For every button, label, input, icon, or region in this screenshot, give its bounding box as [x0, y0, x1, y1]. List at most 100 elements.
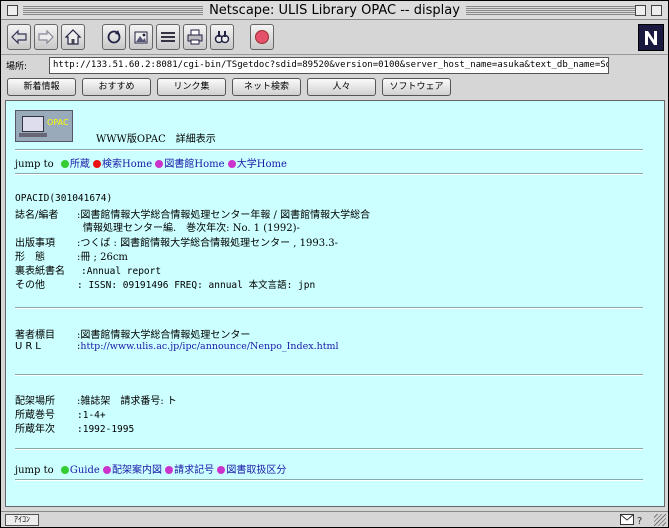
record-row: その他 : ISSN: 09191496 FREQ: annual 本文言語: … [15, 276, 315, 291]
url-row: URL:http://www.ulis.ac.jp/ipc/announce/N… [15, 341, 339, 352]
help-question-icon: ? [637, 516, 642, 525]
forward-icon [38, 29, 54, 45]
divider [15, 448, 643, 450]
mail-status[interactable]: ? [620, 513, 648, 526]
stop-icon [255, 30, 269, 44]
directory-button-whats-new[interactable]: 新着情報 [7, 78, 76, 96]
opac-id: OPACID(301041674) [15, 193, 113, 204]
record-value: :1992-1995 [77, 424, 135, 435]
page-content: OPAC WWW版OPAC 詳細表示 jump to 所蔵 検索Home 図書館… [5, 100, 665, 507]
link-university-home[interactable]: 大学Home [237, 159, 287, 170]
record-value: : ISSN: 09191496 FREQ: annual 本文言語: jpn [77, 280, 316, 291]
record-row: 出版事項:つくば : 図書館情報大学総合情報処理センター , 1993.3- [15, 234, 338, 249]
link-book-handling[interactable]: 図書取扱区分 [226, 465, 286, 476]
record-label: 配架場所 [15, 396, 55, 407]
opac-logo-image: OPAC [15, 110, 73, 142]
security-button[interactable]: ｱｲｺﾝ [5, 514, 39, 526]
holdings-row: 所蔵巻号:1-4+ [15, 406, 106, 421]
record-row: 形 態:冊 ; 26cm [15, 248, 128, 263]
record-label: 所蔵年次 [15, 424, 55, 435]
author-heading-row: 著者標目 :図書館情報大学総合情報処理センター [15, 326, 250, 341]
record-label: 所蔵巻号 [15, 410, 55, 421]
jump-bar-top: jump to 所蔵 検索Home 図書館Home 大学Home [15, 155, 287, 170]
jump-bar-bottom: jump to Guide 配架案内図 請求記号 図書取扱区分 [15, 461, 286, 476]
purple-bullet-icon [227, 160, 236, 168]
record-label: 著者標目 [15, 330, 55, 341]
resize-grip[interactable] [654, 514, 666, 526]
page-heading: WWW版OPAC 詳細表示 [96, 134, 216, 145]
link-call-number[interactable]: 請求記号 [174, 465, 214, 476]
location-label: 場所: [6, 62, 28, 72]
purple-bullet-icon [217, 466, 226, 474]
directory-button-people[interactable]: 人々 [307, 78, 376, 96]
status-bar: ｱｲｺﾝ ? [1, 511, 668, 527]
open-icon [161, 32, 175, 42]
print-button[interactable] [183, 24, 207, 50]
record-row: 情報処理センター編. 巻次年次: No. 1 (1992)- [15, 219, 300, 234]
back-icon [11, 29, 27, 45]
purple-bullet-icon [102, 466, 111, 474]
location-bar: 場所: http://133.51.60.2:8081/cgi-bin/TSge… [1, 56, 668, 76]
jump-label: jump to [15, 465, 54, 476]
find-button[interactable] [210, 24, 234, 50]
print-icon [187, 29, 203, 45]
back-button[interactable] [7, 24, 31, 50]
computer-icon [22, 116, 44, 132]
stop-button[interactable] [250, 24, 274, 50]
browser-window: Netscape: ULIS Library OPAC -- display 場… [0, 0, 669, 528]
svg-text:?: ? [637, 516, 642, 525]
holdings-row: 配架場所:雑誌架 請求番号: ト [15, 392, 177, 407]
link-holdings[interactable]: 所蔵 [70, 159, 90, 170]
record-value: 情報処理センター編. 巻次年次: No. 1 (1992)- [83, 223, 300, 234]
divider [15, 307, 643, 309]
directory-button-net-search[interactable]: ネット検索 [232, 78, 301, 96]
zoom-box[interactable] [635, 5, 646, 16]
jump-label: jump to [15, 159, 54, 170]
divider [15, 149, 643, 151]
divider [15, 479, 643, 481]
purple-bullet-icon [155, 160, 164, 168]
divider [15, 374, 643, 376]
green-bullet-icon [60, 160, 69, 168]
netscape-n-icon [645, 30, 657, 45]
link-guide[interactable]: Guide [70, 465, 100, 476]
images-icon [134, 31, 148, 44]
home-button[interactable] [61, 24, 85, 50]
purple-bullet-icon [165, 466, 174, 474]
record-label: 形 態 [15, 252, 45, 263]
collapse-box[interactable] [651, 5, 662, 16]
netscape-logo[interactable] [638, 24, 664, 51]
open-button[interactable] [156, 24, 180, 50]
opac-logo-text: OPAC [47, 118, 69, 127]
link-search-home[interactable]: 検索Home [102, 159, 152, 170]
images-button[interactable] [129, 24, 153, 50]
link-library-home[interactable]: 図書館Home [164, 159, 224, 170]
directory-button-links[interactable]: リンク集 [157, 78, 226, 96]
red-bullet-icon [93, 160, 102, 168]
window-title: Netscape: ULIS Library OPAC -- display [203, 3, 466, 18]
reload-icon [107, 30, 121, 44]
home-icon [64, 29, 82, 45]
holdings-row: 所蔵年次 :1992-1995 [15, 420, 134, 435]
mail-icon [620, 514, 634, 525]
record-label: URL [15, 341, 44, 352]
find-icon [214, 31, 230, 44]
forward-button[interactable] [34, 24, 58, 50]
record-row: 裏表紙書名:Annual report [15, 262, 161, 277]
directory-button-software[interactable]: ソフトウェア [382, 78, 451, 96]
record-label: 裏表紙書名 [15, 266, 65, 277]
record-value: :図書館情報大学総合情報処理センター [77, 330, 251, 341]
divider [15, 173, 643, 175]
link-shelf-map[interactable]: 配架案内図 [112, 465, 162, 476]
record-label: 出版事項 [15, 238, 55, 249]
reload-button[interactable] [102, 24, 126, 50]
title-bar[interactable]: Netscape: ULIS Library OPAC -- display [1, 1, 668, 20]
directory-buttons: 新着情報 おすすめ リンク集 ネット検索 人々 ソフトウェア [1, 78, 668, 98]
computer-base [19, 133, 47, 137]
location-input[interactable]: http://133.51.60.2:8081/cgi-bin/TSgetdoc… [49, 57, 609, 74]
nenpo-url-link[interactable]: http://www.ulis.ac.jp/ipc/announce/Nenpo… [80, 341, 338, 352]
green-bullet-icon [60, 466, 69, 474]
directory-button-whats-cool[interactable]: おすすめ [82, 78, 151, 96]
navigation-toolbar [1, 21, 668, 55]
record-label: その他 [15, 280, 55, 291]
